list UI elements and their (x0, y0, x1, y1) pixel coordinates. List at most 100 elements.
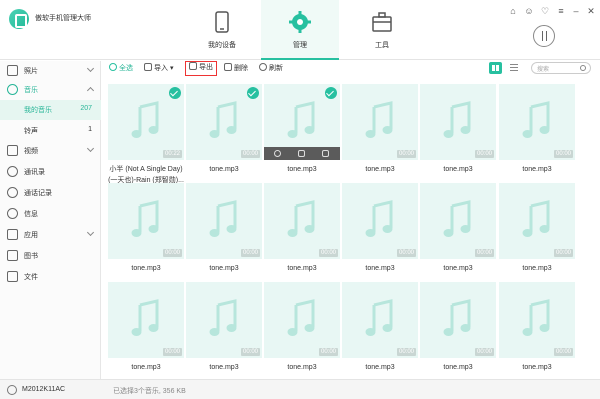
music-title-line: tone.mp3 (365, 265, 395, 272)
delete-button[interactable]: 删除 (224, 63, 248, 76)
tab-tools-label: 工具 (375, 42, 389, 49)
trash-icon[interactable] (322, 150, 329, 157)
select-all-button[interactable]: 全选 (109, 63, 133, 76)
select-all-label: 全选 (119, 65, 133, 72)
play-icon[interactable] (274, 150, 281, 157)
export-icon[interactable] (298, 150, 305, 157)
sidebar: 照片 音乐 我的音乐 207 铃声 1 视频 通讯录 通话记录 信息 应用 图书… (0, 61, 101, 379)
music-title-line: tone.mp3 (522, 166, 552, 173)
sidebar-item-photos[interactable]: 照片 (0, 61, 101, 81)
sidebar-item-music[interactable]: 音乐 (0, 80, 101, 100)
import-button[interactable]: 导入 ▾ (144, 63, 173, 76)
music-note-icon (443, 101, 471, 138)
music-title: tone.mp3 (186, 164, 262, 175)
refresh-button[interactable]: 刷新 (259, 63, 283, 76)
music-thumbnail[interactable]: 00:00 (499, 183, 575, 259)
device-name: M2012K11AC (22, 386, 66, 393)
sidebar-item-label: 通话记录 (24, 190, 52, 197)
music-thumbnail[interactable]: 00:00 (186, 84, 262, 160)
music-thumbnail[interactable]: 00:00 (108, 282, 184, 358)
music-thumbnail[interactable]: 00:00 (342, 282, 418, 358)
tab-my-device[interactable]: 我的设备 (183, 0, 261, 60)
sidebar-item-files[interactable]: 文件 (0, 267, 101, 287)
chevron-down-icon (86, 228, 95, 237)
sidebar-subitem-label: 我的音乐 (24, 107, 52, 114)
music-title-line: tone.mp3 (443, 265, 473, 272)
music-thumbnail[interactable] (264, 84, 340, 160)
export-button[interactable]: 导出 (185, 61, 217, 76)
cart-icon[interactable]: ⌂ (507, 6, 519, 16)
music-thumbnail[interactable]: 00:00 (342, 183, 418, 259)
sidebar-subitem-count: 1 (88, 126, 92, 133)
music-thumbnail[interactable]: 00:00 (499, 282, 575, 358)
tab-tools[interactable]: 工具 (343, 0, 421, 60)
music-title: tone.mp3 (499, 164, 575, 175)
music-title-line: tone.mp3 (287, 364, 317, 371)
app-logo-icon (9, 9, 29, 29)
duration-badge: 00:00 (240, 249, 260, 257)
music-title: tone.mp3 (264, 164, 340, 175)
music-note-icon (365, 200, 393, 237)
sidebar-subitem-ringtones[interactable]: 铃声 1 (0, 121, 101, 141)
music-thumbnail[interactable]: 00:00 (186, 282, 262, 358)
music-title: tone.mp3 (499, 263, 575, 274)
duration-badge: 00:00 (162, 249, 182, 257)
list-view-toggle[interactable] (508, 62, 520, 74)
sidebar-item-video[interactable]: 视频 (0, 141, 101, 161)
import-icon (144, 63, 152, 71)
sidebar-item-apps[interactable]: 应用 (0, 225, 101, 245)
apps-icon (7, 229, 18, 240)
music-thumbnail[interactable]: 00:22 (108, 84, 184, 160)
music-thumbnail[interactable]: 00:00 (264, 282, 340, 358)
music-title: tone.mp3 (499, 362, 575, 373)
selected-check-icon[interactable] (325, 87, 337, 99)
export-label: 导出 (199, 64, 213, 71)
music-thumbnail[interactable]: 00:00 (186, 183, 262, 259)
chevron-down-icon (86, 64, 95, 73)
music-title-line: tone.mp3 (365, 364, 395, 371)
music-thumbnail[interactable]: 00:00 (420, 282, 496, 358)
duration-badge: 00:00 (318, 249, 338, 257)
music-note-icon (522, 299, 550, 336)
sidebar-item-call-log[interactable]: 通话记录 (0, 183, 101, 203)
selected-check-icon[interactable] (169, 87, 181, 99)
tab-manage[interactable]: 管理 (261, 0, 339, 60)
duration-badge: 00:00 (474, 150, 494, 158)
transfer-icon[interactable] (533, 25, 555, 47)
duration-badge: 00:00 (396, 150, 416, 158)
sidebar-item-label: 照片 (24, 68, 38, 75)
sidebar-item-books[interactable]: 图书 (0, 246, 101, 266)
music-icon (7, 84, 18, 95)
music-title: tone.mp3 (186, 362, 262, 373)
music-note-icon (443, 200, 471, 237)
music-note-icon (131, 200, 159, 237)
grid-view-toggle[interactable] (489, 62, 502, 74)
music-thumbnail[interactable]: 00:00 (420, 84, 496, 160)
search-placeholder: 搜索 (537, 67, 550, 73)
menu-icon[interactable]: ≡ (555, 6, 567, 16)
music-thumbnail[interactable]: 00:00 (342, 84, 418, 160)
selected-check-icon[interactable] (247, 87, 259, 99)
music-thumbnail[interactable]: 00:00 (264, 183, 340, 259)
sidebar-subitem-my-music[interactable]: 我的音乐 207 (0, 100, 101, 120)
user-icon[interactable]: ☺ (523, 6, 535, 16)
sidebar-item-messages[interactable]: 信息 (0, 204, 101, 224)
music-thumbnail[interactable]: 00:00 (420, 183, 496, 259)
close-icon[interactable]: ✕ (585, 6, 597, 17)
search-input[interactable]: 搜索 (531, 62, 591, 74)
tile-action-bar (264, 147, 340, 160)
music-note-icon (131, 101, 159, 138)
minimize-icon[interactable]: – (570, 6, 582, 16)
sidebar-item-label: 音乐 (24, 87, 38, 94)
music-title-line: tone.mp3 (522, 265, 552, 272)
sidebar-item-label: 图书 (24, 253, 38, 260)
duration-badge: 00:00 (474, 249, 494, 257)
music-title: tone.mp3 (108, 362, 184, 373)
heart-icon[interactable]: ♡ (539, 6, 551, 17)
music-title-line: tone.mp3 (443, 364, 473, 371)
sidebar-item-contacts[interactable]: 通讯录 (0, 162, 101, 182)
music-thumbnail[interactable]: 00:00 (499, 84, 575, 160)
phone-icon (215, 11, 229, 33)
music-thumbnail[interactable]: 00:00 (108, 183, 184, 259)
title-bar: 傲软手机管理大师 我的设备 管理 工具 ⌂ ☺ ♡ ≡ – ✕ (0, 0, 600, 60)
